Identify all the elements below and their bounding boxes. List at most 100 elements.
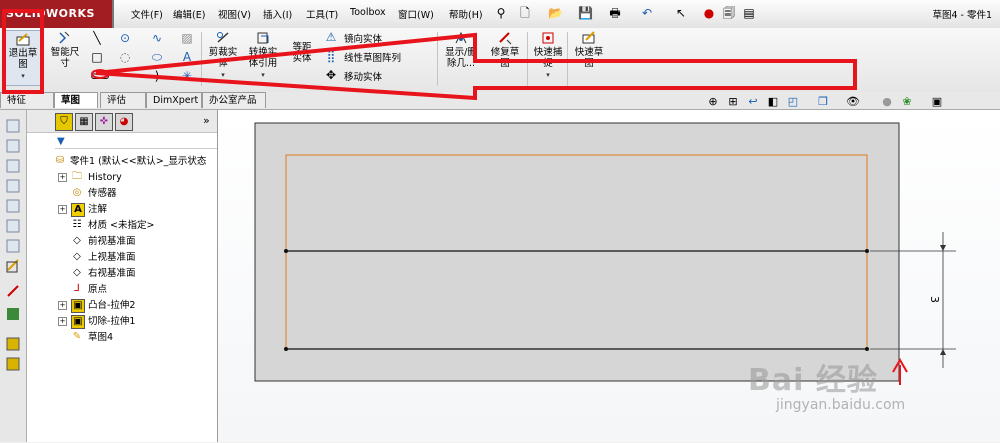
sketch-point[interactable] xyxy=(865,347,869,351)
hide-show-items-icon[interactable]: 👁 xyxy=(846,95,860,109)
graphics-area[interactable]: 3 xyxy=(218,110,1000,442)
move-entities-button[interactable]: 移动实体 xyxy=(344,69,382,83)
sketch-canvas[interactable] xyxy=(218,110,1000,442)
linear-pattern-icon[interactable]: ⣿ xyxy=(324,49,338,63)
sketch-point[interactable] xyxy=(865,249,869,253)
linear-pattern-button[interactable]: 线性草图阵列 xyxy=(344,50,401,64)
rectangle-icon[interactable]: □ xyxy=(90,50,104,64)
offset-entities-button[interactable]: 等距实体 xyxy=(284,42,320,64)
expand-icon[interactable]: + xyxy=(58,205,67,214)
tree-item-history[interactable]: + 🗀 History xyxy=(27,170,217,185)
chevron-down-icon: ▾ xyxy=(546,71,550,79)
sketch-point[interactable] xyxy=(284,249,288,253)
file-properties-icon[interactable]: 🗐 xyxy=(722,6,736,20)
tree-item-sensors[interactable]: ◎ 传感器 xyxy=(27,186,217,201)
ellipse-icon[interactable]: ⬭ xyxy=(150,50,164,64)
surface-icon[interactable]: ▨ xyxy=(180,31,194,45)
mirror-icon[interactable]: ⚠ xyxy=(324,30,338,44)
dimension-value[interactable]: 3 xyxy=(928,296,941,303)
menu-window[interactable]: 窗口(W) xyxy=(398,7,434,21)
display-delete-relations-button[interactable]: 显示/删除几... xyxy=(440,30,482,69)
configuration-manager-tab-icon[interactable]: ✜ xyxy=(95,113,113,131)
sketch-point[interactable] xyxy=(284,347,288,351)
zoom-area-icon[interactable]: ⊞ xyxy=(726,95,740,109)
expand-panel-icon[interactable]: » xyxy=(203,114,210,127)
menu-toolbox[interactable]: Toolbox xyxy=(350,7,386,18)
tree-root-label: 零件1 (默认<<默认>_显示状态 xyxy=(70,156,207,167)
tree-root[interactable]: ⛁ 零件1 (默认<<默认>_显示状态 xyxy=(27,154,217,169)
quick-snap-icon xyxy=(542,32,554,44)
tree-item-sketch4[interactable]: ✎ 草图4 xyxy=(27,330,217,345)
zoom-to-fit-icon[interactable]: ⊕ xyxy=(706,95,720,109)
tree-item-top-plane[interactable]: ◇ 上视基准面 xyxy=(27,250,217,265)
spline-icon[interactable]: ∿ xyxy=(150,31,164,45)
property-manager-tab-icon[interactable]: ▦ xyxy=(75,113,93,131)
smart-dimension-button[interactable]: 智能尺寸 xyxy=(46,30,84,69)
plane-icon: ◇ xyxy=(73,267,81,278)
line-icon[interactable]: ╲ xyxy=(90,31,104,45)
tab-features[interactable]: 特征 xyxy=(0,92,54,108)
menu-help[interactable]: 帮助(H) xyxy=(449,7,483,21)
menu-insert[interactable]: 插入(I) xyxy=(263,7,292,21)
smart-dimension-icon xyxy=(59,31,70,44)
boss-extrude-icon: ▣ xyxy=(71,299,85,313)
tree-item-origin[interactable]: ⅃ 原点 xyxy=(27,282,217,297)
point-icon[interactable]: ✳ xyxy=(180,69,194,83)
save-icon[interactable]: 💾 xyxy=(578,6,593,20)
view-orientation-icon[interactable]: ◰ xyxy=(786,95,800,109)
view-settings-icon[interactable]: ▣ xyxy=(930,95,944,109)
rapid-sketch-icon xyxy=(582,31,595,44)
options-icon[interactable]: ▤ xyxy=(742,6,756,20)
tree-item-boss-extrude2[interactable]: + ▣ 凸台-拉伸2 xyxy=(27,298,217,313)
expand-icon[interactable]: + xyxy=(58,317,67,326)
mirror-entities-button[interactable]: 镜向实体 xyxy=(344,31,382,45)
expand-icon[interactable]: + xyxy=(58,301,67,310)
menu-edit[interactable]: 编辑(E) xyxy=(173,7,205,21)
tab-sketch[interactable]: 草图 xyxy=(54,92,98,108)
tab-office-products[interactable]: 办公室产品 xyxy=(202,92,266,108)
separator xyxy=(567,32,568,86)
tree-item-label: 切除-拉伸1 xyxy=(88,316,136,327)
sensors-icon: ◎ xyxy=(72,187,82,198)
new-file-icon[interactable]: 🗋 xyxy=(518,6,532,20)
menu-tools[interactable]: 工具(T) xyxy=(306,7,338,21)
tree-item-label: 凸台-拉伸2 xyxy=(88,300,136,311)
tab-dimxpert[interactable]: DimXpert xyxy=(146,92,202,108)
arc-icon[interactable]: ) xyxy=(150,69,164,83)
move-icon[interactable]: ✥ xyxy=(324,68,338,82)
previous-view-icon[interactable]: ↩ xyxy=(746,95,760,109)
pin-icon[interactable]: ⚲ xyxy=(494,6,508,20)
tree-item-annotations[interactable]: + A 注解 xyxy=(27,202,217,217)
expand-icon[interactable]: + xyxy=(58,173,67,182)
display-manager-tab-icon[interactable]: ◕ xyxy=(115,113,133,131)
menu-view[interactable]: 视图(V) xyxy=(218,7,251,21)
select-pointer-icon[interactable]: ↖ xyxy=(674,6,688,20)
rapid-sketch-button[interactable]: 快速草图 xyxy=(570,30,608,69)
tree-item-right-plane[interactable]: ◇ 右视基准面 xyxy=(27,266,217,281)
edit-appearance-icon[interactable]: ● xyxy=(880,95,894,109)
section-view-icon[interactable]: ◧ xyxy=(766,95,780,109)
quick-snaps-button[interactable]: 快速捕捉 ▾ xyxy=(530,30,566,81)
filter-icon[interactable]: ▼ xyxy=(57,136,65,147)
repair-sketch-button[interactable]: 修复草图 xyxy=(486,30,524,69)
apply-scene-icon[interactable]: ❀ xyxy=(900,95,914,109)
text-icon[interactable]: A xyxy=(180,50,194,64)
tree-item-cut-extrude1[interactable]: + ▣ 切除-拉伸1 xyxy=(27,314,217,329)
tab-evaluate[interactable]: 评估 xyxy=(100,92,146,108)
convert-entities-button[interactable]: 转换实体引用 ▾ xyxy=(244,30,282,81)
tree-item-material[interactable]: ☷ 材质 <未指定> xyxy=(27,218,217,233)
trim-entities-button[interactable]: 剪裁实体 ▾ xyxy=(204,30,242,81)
slot-tool-icon[interactable]: ⊂⊃ xyxy=(90,69,110,83)
circle-icon[interactable]: ⊙ xyxy=(118,31,132,45)
tree-item-front-plane[interactable]: ◇ 前视基准面 xyxy=(27,234,217,249)
display-style-icon[interactable]: ❒ xyxy=(816,95,830,109)
menu-bar: SOLIDWORKS 文件(F) 编辑(E) 视图(V) 插入(I) 工具(T)… xyxy=(0,0,1000,29)
feature-manager-tab-icon[interactable]: ⛉ xyxy=(55,113,73,131)
slot-icon[interactable]: ◌ xyxy=(118,50,132,64)
undo-icon[interactable]: ↶ xyxy=(640,6,654,20)
open-file-icon[interactable]: 📂 xyxy=(548,6,563,20)
menu-file[interactable]: 文件(F) xyxy=(131,7,163,21)
print-icon[interactable]: 🖶 xyxy=(608,6,622,20)
rebuild-icon[interactable]: ● xyxy=(702,6,716,20)
exit-sketch-button[interactable]: 退出草图 ▾ xyxy=(3,30,43,86)
